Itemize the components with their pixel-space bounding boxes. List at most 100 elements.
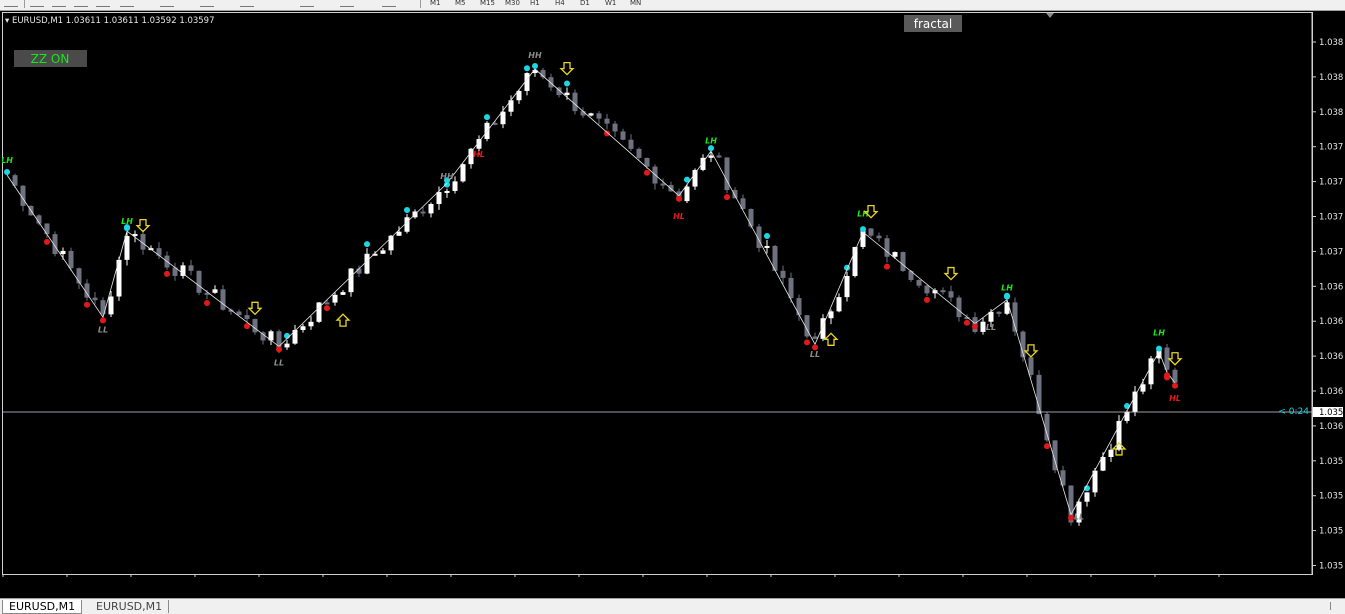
trend-line-tool-icon[interactable] [96,0,110,7]
candle-body [356,268,362,274]
candle-body [612,123,618,132]
candle-body [1124,411,1130,421]
fractal-toggle-label: fractal [914,17,953,31]
candle-body [748,208,754,227]
pivot-label: HL [1169,394,1181,403]
candle-body [1132,391,1138,412]
text-tool-icon[interactable] [200,0,214,7]
price-chart[interactable]: 1.038 1.038 1.038 1.037 1.037 1.037 1.037 1.036… [2,12,1343,577]
candle-body [420,211,426,214]
candle-body [396,231,402,236]
crosshair-tool-icon[interactable] [30,0,44,7]
arrow-tool-icon[interactable] [300,0,314,7]
price-tick-label: 1.037 [1319,178,1343,188]
candle-body [1084,492,1090,502]
candle-body [564,92,570,96]
zigzag-line [6,68,1176,516]
pivot-label: LH [1001,283,1013,292]
fibonacci-tool-icon[interactable] [160,0,174,7]
toolbar: M1 M5 M15 M30 H1 H4 D1 W1 MN [0,0,1345,11]
zigzag-low-dot [1172,382,1178,389]
fractal-down-dot [324,305,330,312]
fractal-down-dot [884,263,890,270]
timeframe-m1[interactable]: M1 [430,0,441,7]
chart-shift-icon [1046,13,1054,18]
candle-body [980,321,986,332]
vertical-line-tool-icon[interactable] [52,0,66,7]
candle-body [924,285,930,294]
candle-body [436,191,442,204]
fractal-up-dot [764,232,770,239]
candle-body [708,155,714,158]
candle-body [948,291,954,298]
fractal-up-dot [524,65,530,72]
pivot-label: LL [810,350,820,359]
zigzag-low-dot [972,323,978,330]
fractal-down-dot [204,299,210,306]
candle-body [308,321,314,327]
shapes-tool-icon[interactable] [340,0,354,7]
price-tick-label: 1.035 [1319,527,1343,537]
pivot-label: HL [673,212,685,221]
candle-body [188,265,194,271]
fractal-down-dot [1044,443,1050,450]
price-tick-label: 1.038 [1319,73,1343,83]
horizontal-line-tool-icon[interactable] [74,0,88,7]
pivot-label: LL [98,325,108,334]
price-tick-label: 1.035 [1319,492,1343,502]
chart-area[interactable]: 1.038 1.038 1.038 1.037 1.037 1.037 1.037 1.036… [2,12,1343,577]
timeframe-mn[interactable]: MN [630,0,641,7]
channel-tool-icon[interactable] [120,0,134,7]
pivot-label: LH [2,156,13,165]
zigzag-high-dot [860,226,866,233]
timeframe-d1[interactable]: D1 [580,0,590,7]
zigzag-low-dot [676,195,682,202]
price-tick-label: 1.036 [1319,282,1343,292]
zigzag-low-dot [100,317,106,324]
timeframe-m30[interactable]: M30 [505,0,520,7]
zigzag-low-dot [1164,372,1170,379]
candle-body [212,289,218,293]
candle-body [732,190,738,199]
timeframe-h1[interactable]: H1 [530,0,540,7]
tab-eurusd-m1[interactable]: EURUSD,M1 [90,600,170,613]
candle-body [180,265,186,276]
timeframe-h4[interactable]: H4 [555,0,565,7]
candle-body [452,181,458,191]
bar-countdown-label: < 0:24 [1278,407,1309,417]
candle-body [124,236,130,260]
fractal-down-dot [84,301,90,308]
label-tool-icon[interactable] [240,0,254,7]
candle-body [916,279,922,286]
candle-body [196,270,202,293]
tabs-scroll-icon[interactable] [1330,602,1339,610]
sell-arrow-icon [559,61,575,76]
price-tick-label: 1.038 [1319,38,1343,48]
candle-body [764,245,770,248]
candle-body [836,297,842,312]
sell-arrow-icon [1167,352,1183,366]
timeframe-m15[interactable]: M15 [480,0,495,7]
fractal-down-dot [644,169,650,176]
fractal-up-dot [1124,402,1130,409]
candle-body [780,270,786,278]
candle-body [692,169,698,187]
toolbar-separator [420,0,421,8]
price-tick-label: 1.037 [1319,143,1343,153]
buy-arrow-icon [335,313,351,327]
candle-body [500,111,506,125]
tab-eurusd-m1-active[interactable]: EURUSD,M1 [2,600,83,614]
timeframe-m5[interactable]: M5 [455,0,466,7]
fractal-down-dot [924,296,930,303]
candle-body [92,297,98,301]
pivot-label: LH [121,217,133,226]
sell-arrow-icon [247,301,263,316]
cursor-tool-icon[interactable] [4,0,18,7]
candle-body [44,223,50,235]
price-tick-label: 1.036 [1319,352,1343,362]
more-tools-icon[interactable] [382,0,396,7]
zigzag-high-dot [708,145,714,152]
zigzag-high-dot [1156,345,1162,352]
price-tick-label: 1.037 [1319,213,1343,223]
timeframe-w1[interactable]: W1 [605,0,616,7]
